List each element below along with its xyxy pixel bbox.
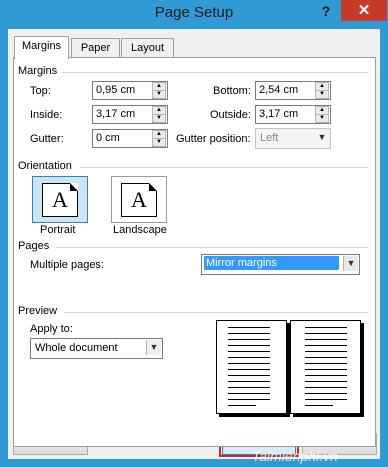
preview-line bbox=[305, 375, 347, 376]
gutter-position-value: Left bbox=[260, 132, 279, 144]
multiple-pages-label: Multiple pages: bbox=[30, 259, 104, 271]
gutter-label: Gutter: bbox=[30, 133, 64, 145]
preview-line bbox=[228, 339, 270, 340]
spin-down-icon[interactable]: ▼ bbox=[315, 90, 329, 99]
gutter-spinner[interactable]: 0 cm ▲ ▼ bbox=[92, 129, 168, 148]
margins-tab-panel: Margins Top: 0,95 cm ▲ ▼ Bottom: 2,54 cm… bbox=[13, 57, 376, 447]
top-margin-spinner[interactable]: 0,95 cm ▲ ▼ bbox=[92, 81, 168, 100]
pages-heading: Pages bbox=[18, 240, 50, 252]
preview-heading: Preview bbox=[18, 305, 58, 317]
landscape-glyph: A bbox=[131, 187, 147, 212]
preview-line bbox=[228, 381, 270, 382]
portrait-page-icon: A bbox=[42, 183, 78, 217]
chevron-down-icon[interactable]: ▼ bbox=[343, 256, 358, 271]
preview-line bbox=[228, 363, 270, 364]
preview-line bbox=[228, 345, 270, 346]
outside-margin-spinner[interactable]: 3,17 cm ▲ ▼ bbox=[255, 105, 331, 124]
preview-line bbox=[228, 405, 256, 406]
outside-label: Outside: bbox=[210, 109, 251, 121]
margins-divider bbox=[62, 72, 368, 73]
dialog-body: Margins Paper Layout Margins Top: 0,95 c… bbox=[8, 29, 380, 459]
orientation-heading: Orientation bbox=[18, 160, 72, 172]
preview-line bbox=[228, 333, 270, 334]
preview-divider bbox=[64, 312, 368, 313]
landscape-option[interactable]: A bbox=[111, 176, 167, 223]
apply-to-label: Apply to: bbox=[30, 323, 73, 335]
top-margin-value: 0,95 cm bbox=[96, 84, 136, 96]
preview-line bbox=[305, 369, 347, 370]
preview-line bbox=[305, 345, 347, 346]
inside-label: Inside: bbox=[30, 109, 63, 121]
spin-down-icon[interactable]: ▼ bbox=[315, 114, 329, 123]
gutter-position-select: Left ▼ bbox=[255, 128, 331, 149]
preview-line bbox=[305, 387, 347, 388]
preview-line bbox=[305, 339, 347, 340]
landscape-page-icon: A bbox=[121, 183, 157, 217]
preview-line bbox=[228, 375, 270, 376]
preview-line bbox=[305, 405, 333, 406]
top-label: Top: bbox=[30, 85, 51, 97]
preview-line bbox=[228, 399, 270, 400]
preview-line bbox=[305, 381, 347, 382]
page-fold-icon bbox=[70, 183, 78, 191]
preview-line bbox=[228, 369, 270, 370]
pages-divider bbox=[56, 247, 368, 248]
bottom-margin-spinner[interactable]: 2,54 cm ▲ ▼ bbox=[255, 81, 331, 100]
tab-paper[interactable]: Paper bbox=[71, 38, 120, 58]
preview-line bbox=[228, 387, 270, 388]
chevron-down-icon[interactable]: ▼ bbox=[146, 340, 161, 355]
multiple-pages-value: Mirror margins bbox=[204, 256, 339, 270]
chevron-down-icon: ▼ bbox=[317, 132, 327, 142]
portrait-glyph: A bbox=[52, 187, 68, 212]
preview-line bbox=[305, 393, 347, 394]
preview-line bbox=[228, 393, 270, 394]
landscape-label: Landscape bbox=[113, 224, 167, 236]
portrait-option[interactable]: A bbox=[32, 176, 88, 223]
apply-to-select[interactable]: Whole document ▼ bbox=[30, 338, 163, 359]
watermark-text: Taimienphi.vn bbox=[252, 448, 338, 464]
bottom-margin-value: 2,54 cm bbox=[259, 84, 299, 96]
preview-right-page bbox=[290, 320, 361, 414]
gutter-value: 0 cm bbox=[96, 132, 120, 144]
spin-down-icon[interactable]: ▼ bbox=[152, 114, 166, 123]
outside-margin-value: 3,17 cm bbox=[259, 108, 299, 120]
bottom-label: Bottom: bbox=[213, 85, 251, 97]
preview-line bbox=[305, 333, 347, 334]
close-button[interactable]: ✕ bbox=[341, 0, 387, 21]
spin-down-icon[interactable]: ▼ bbox=[152, 138, 166, 147]
preview-left-page bbox=[216, 320, 287, 414]
gutter-position-label: Gutter position: bbox=[176, 133, 251, 145]
apply-to-value: Whole document bbox=[35, 342, 118, 354]
orientation-divider bbox=[80, 167, 368, 168]
margins-heading: Margins bbox=[18, 65, 58, 77]
inside-margin-value: 3,17 cm bbox=[96, 108, 136, 120]
spin-down-icon[interactable]: ▼ bbox=[152, 90, 166, 99]
preview-line bbox=[228, 351, 270, 352]
preview-line bbox=[305, 351, 347, 352]
inside-margin-spinner[interactable]: 3,17 cm ▲ ▼ bbox=[92, 105, 168, 124]
preview-line bbox=[228, 327, 270, 328]
multiple-pages-select[interactable]: Mirror margins ▼ bbox=[201, 254, 360, 275]
preview-line bbox=[305, 363, 347, 364]
page-fold-icon bbox=[149, 183, 157, 191]
preview-line bbox=[305, 357, 347, 358]
tab-margins[interactable]: Margins bbox=[14, 36, 69, 59]
tab-layout[interactable]: Layout bbox=[121, 38, 174, 58]
title-bar: Page Setup ? ✕ bbox=[0, 0, 388, 28]
help-button[interactable]: ? bbox=[312, 1, 340, 21]
preview-line bbox=[228, 357, 270, 358]
portrait-label: Portrait bbox=[40, 224, 76, 236]
preview-line bbox=[305, 399, 347, 400]
preview-line bbox=[305, 327, 347, 328]
